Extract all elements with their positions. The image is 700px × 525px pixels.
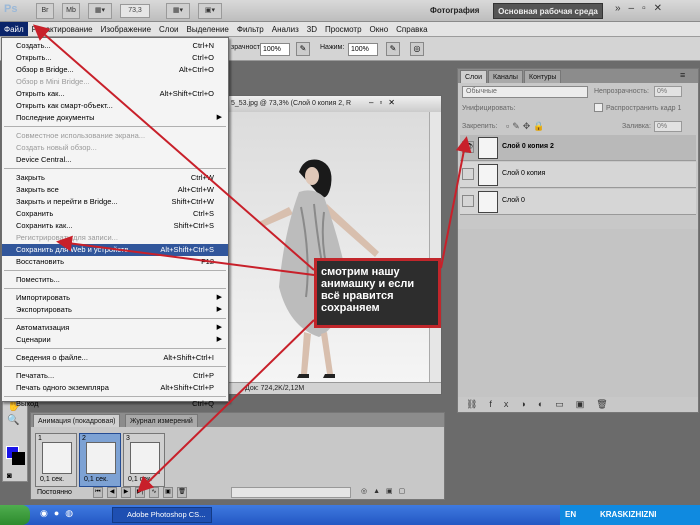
arrow-to-file-menu bbox=[32, 24, 315, 271]
start-button[interactable] bbox=[0, 505, 30, 525]
arrow-to-save-for-web bbox=[56, 235, 315, 276]
windows-taskbar: ◉●◍ Adobe Photoshop CS... EN KRASKIZHIZN… bbox=[0, 505, 700, 525]
quick-launch-icons[interactable]: ◉●◍ bbox=[40, 508, 100, 522]
annotation-arrows bbox=[32, 24, 472, 493]
language-indicator[interactable]: EN bbox=[565, 509, 585, 521]
tray-brand-text: KRASKIZHIZNI bbox=[600, 510, 657, 519]
arrow-to-layers bbox=[440, 136, 472, 269]
arrow-to-play-button bbox=[137, 319, 315, 493]
taskbar-photoshop-button[interactable]: Adobe Photoshop CS... bbox=[112, 507, 212, 523]
